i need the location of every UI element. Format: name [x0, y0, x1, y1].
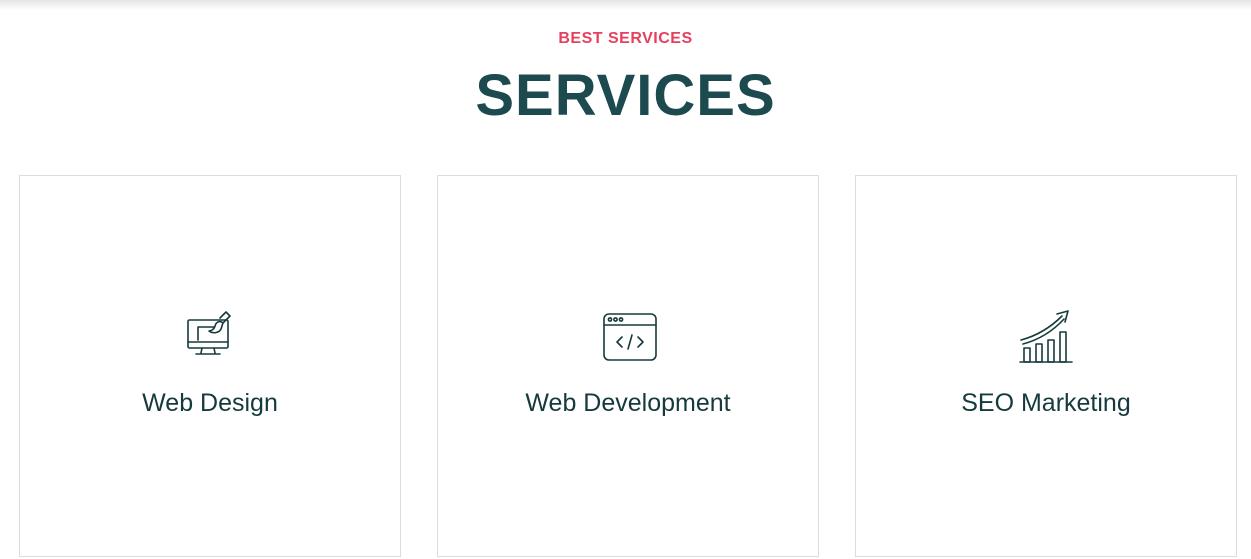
service-title: SEO Marketing — [961, 389, 1131, 417]
section-eyebrow: BEST SERVICES — [558, 30, 693, 47]
services-section: BEST SERVICES SERVICES Web Design Web De… — [0, 0, 1251, 559]
service-title: Web Development — [525, 389, 731, 417]
service-card-web-design[interactable]: Web Design — [19, 175, 401, 557]
header-shadow — [0, 0, 1251, 10]
section-heading: SERVICES — [475, 63, 776, 128]
service-card-seo-marketing[interactable]: SEO Marketing — [855, 175, 1237, 557]
growth-chart-icon — [1016, 306, 1076, 366]
service-title: Web Design — [142, 389, 278, 417]
browser-code-icon — [598, 306, 658, 366]
service-card-web-development[interactable]: Web Development — [437, 175, 819, 557]
monitor-brush-icon — [180, 306, 240, 366]
